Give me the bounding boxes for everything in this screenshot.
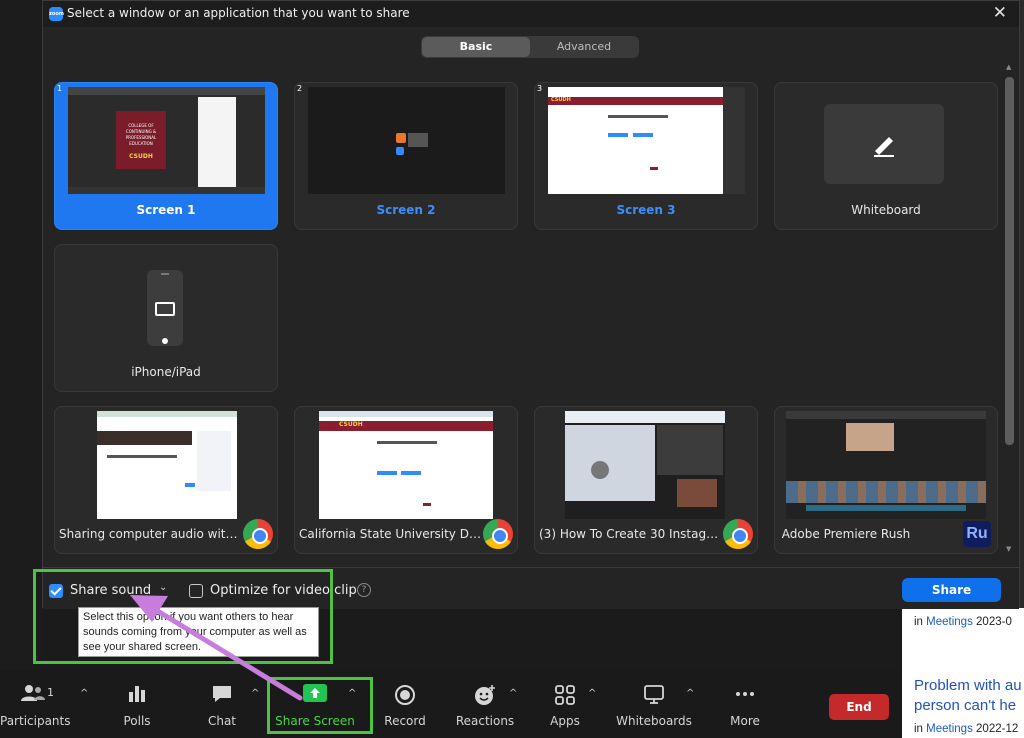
pencil-icon: [874, 137, 894, 157]
tile-label: Adobe Premiere Rush: [781, 527, 911, 541]
screen-number: 1: [57, 84, 63, 93]
whiteboards-button[interactable]: Whiteboards: [614, 670, 694, 738]
phone-preview: [147, 270, 183, 346]
chat-button[interactable]: Chat: [197, 670, 247, 738]
share-mode-tabs: Basic Advanced: [421, 36, 639, 58]
tile-iphone-ipad[interactable]: iPhone/iPad: [54, 244, 278, 392]
scroll-up-arrow-icon[interactable]: ▲: [1006, 63, 1011, 71]
screen-number: 2: [297, 84, 303, 93]
close-icon[interactable]: ✕: [993, 3, 1007, 23]
more-button[interactable]: More: [720, 670, 770, 738]
background-meta-2: in Meetings 2022-12: [914, 723, 1019, 735]
toolbar-label: Reactions: [455, 714, 515, 728]
screen-1-thumbnail: COLLEGE OF CONTINUING & PROFESSIONAL EDU…: [68, 87, 265, 194]
tile-label: Screen 3: [616, 203, 676, 217]
end-meeting-button[interactable]: End: [829, 694, 889, 720]
screen-3-thumbnail: CSUDH: [548, 87, 745, 194]
toolbar-label: Record: [384, 714, 426, 728]
background-webpage: in Meetings 2023-0 Problem with au perso…: [902, 608, 1024, 738]
whiteboards-caret-icon[interactable]: ^: [686, 688, 694, 699]
toolbar-label: Whiteboards: [616, 714, 692, 728]
toolbar-label: Polls: [123, 714, 151, 728]
tile-label: Screen 1: [136, 203, 196, 217]
apps-button[interactable]: Apps: [540, 670, 590, 738]
share-screen-dialog: zoom Select a window or an application t…: [42, 0, 1020, 609]
chrome-icon: [483, 519, 513, 549]
polls-button[interactable]: Polls: [112, 670, 162, 738]
share-button[interactable]: Share: [902, 578, 1001, 602]
record-button[interactable]: Record: [380, 670, 430, 738]
tile-chrome-csudh[interactable]: CSUDH California State University Domin.…: [294, 406, 518, 554]
participants-caret-icon[interactable]: ^: [80, 688, 88, 699]
whiteboard-preview: [824, 104, 944, 184]
scrollbar-thumb[interactable]: [1005, 77, 1014, 445]
tab-advanced[interactable]: Advanced: [530, 37, 638, 57]
tile-label: iPhone/iPad: [131, 365, 201, 379]
reactions-caret-icon[interactable]: ^: [509, 688, 517, 699]
tile-whiteboard[interactable]: Whiteboard: [774, 82, 998, 230]
airplay-icon: [155, 302, 175, 316]
help-icon[interactable]: ?: [357, 583, 371, 597]
meeting-toolbar: 1 Participants ^ Polls Chat ^ Share Scre…: [0, 670, 902, 738]
participants-count: 1: [47, 686, 54, 699]
chat-icon: [213, 686, 231, 702]
record-icon: [395, 685, 415, 705]
participants-button[interactable]: 1 Participants: [0, 670, 71, 738]
tile-label: Sharing computer audio with Zo...: [59, 527, 241, 541]
tile-screen-1[interactable]: COLLEGE OF CONTINUING & PROFESSIONAL EDU…: [54, 82, 278, 230]
more-icon: [736, 692, 754, 696]
background-link-meetings-2[interactable]: Meetings: [926, 723, 973, 735]
toolbar-label: Chat: [207, 714, 237, 728]
apps-icon: [555, 685, 575, 705]
tile-chrome-sharing-audio[interactable]: Sharing computer audio with Zo...: [54, 406, 278, 554]
toolbar-label: More: [730, 714, 760, 728]
scroll-down-arrow-icon[interactable]: ▼: [1006, 545, 1011, 553]
background-post-title[interactable]: Problem with au person can't he: [914, 676, 1024, 716]
tile-label: Whiteboard: [851, 203, 921, 217]
tile-screen-3[interactable]: CSUDH 3 Screen 3: [534, 82, 758, 230]
window-thumbnail: CSUDH: [319, 411, 493, 519]
background-link-meetings-1[interactable]: Meetings: [926, 616, 973, 628]
screen-2-thumbnail: [308, 87, 505, 194]
highlight-share-sound-annotation: [33, 569, 333, 664]
tile-label: California State University Domin...: [299, 527, 481, 541]
whiteboards-icon: [644, 685, 664, 704]
chat-caret-icon[interactable]: ^: [251, 688, 259, 699]
polls-icon: [129, 686, 145, 702]
apps-caret-icon[interactable]: ^: [588, 688, 596, 699]
background-meta-1: in Meetings 2023-0: [914, 616, 1012, 628]
tab-basic[interactable]: Basic: [422, 37, 530, 57]
highlight-share-screen-annotation: [267, 677, 373, 734]
toolbar-label: Participants: [0, 714, 71, 728]
reactions-icon: [475, 685, 495, 705]
tile-label: (3) How To Create 30 Instagram R...: [539, 527, 721, 541]
window-thumbnail: [97, 411, 237, 519]
dialog-titlebar: zoom Select a window or an application t…: [43, 1, 1019, 27]
zoom-logo-icon: zoom: [49, 7, 64, 21]
toolbar-label: Apps: [550, 714, 580, 728]
dialog-title: Select a window or an application that y…: [67, 6, 410, 20]
screen-number: 3: [537, 84, 543, 93]
premiere-rush-icon: Ru: [963, 521, 991, 547]
chrome-icon: [243, 519, 273, 549]
window-thumbnail: [786, 411, 986, 519]
participants-icon: [21, 685, 45, 701]
reactions-button[interactable]: Reactions: [454, 670, 516, 738]
tile-label: Screen 2: [376, 203, 436, 217]
chrome-icon: [723, 519, 753, 549]
window-thumbnail: [565, 411, 725, 519]
tile-screen-2[interactable]: 2 Screen 2: [294, 82, 518, 230]
tile-adobe-premiere-rush[interactable]: Adobe Premiere Rush Ru: [774, 406, 998, 554]
tile-chrome-instagram[interactable]: (3) How To Create 30 Instagram R...: [534, 406, 758, 554]
